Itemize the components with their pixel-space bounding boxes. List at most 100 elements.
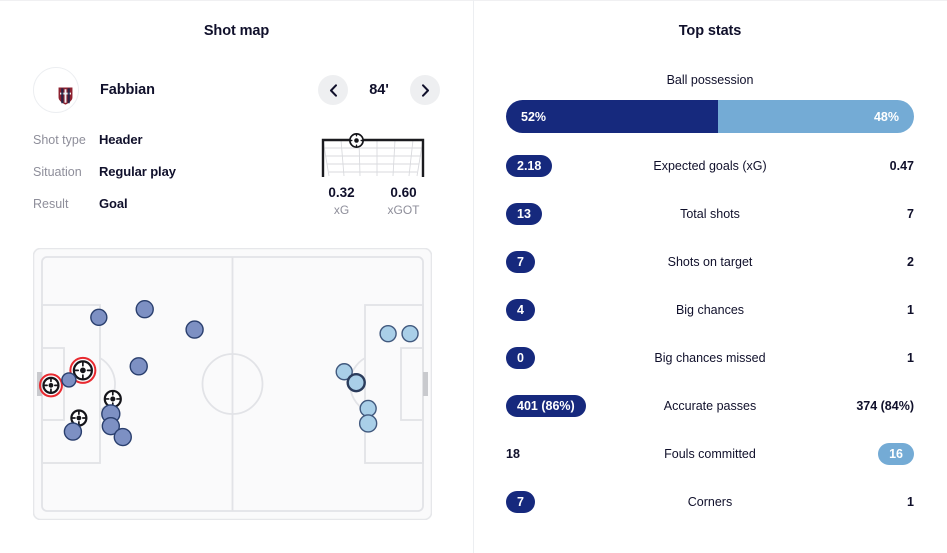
shot-marker[interactable]	[61, 372, 77, 388]
stat-left-value: 2.18	[506, 154, 553, 178]
shot-marker[interactable]	[359, 399, 377, 418]
shot-dot	[63, 422, 83, 441]
shot-detail-list: Shot type Header Situation Regular play …	[33, 132, 263, 228]
stat-left-value: 0	[506, 346, 535, 370]
stat-row: 7 Shots on target 2	[506, 238, 914, 286]
shot-dot	[185, 320, 204, 339]
shot-marker[interactable]	[346, 372, 366, 393]
stat-label: Big chances missed	[654, 351, 766, 365]
stat-left-value: 13	[506, 202, 542, 226]
stat-row: 2.18 Expected goals (xG) 0.47	[506, 142, 914, 190]
shot-dot	[359, 399, 377, 418]
stat-left-cell: 18	[506, 447, 602, 461]
goal-frame-icon	[321, 138, 424, 177]
stat-left-cell: 0	[506, 346, 602, 370]
previous-shot-button[interactable]	[318, 75, 348, 105]
stat-left-cell: 7	[506, 490, 602, 514]
xg-value: 0.32	[328, 185, 355, 200]
stat-right-cell: 1	[818, 495, 914, 509]
stat-left-value: 18	[506, 447, 520, 461]
shot-marker-goal[interactable]	[38, 373, 63, 398]
shot-marker[interactable]	[113, 427, 132, 447]
shot-navigation: 84'	[318, 75, 440, 105]
shot-dot	[346, 372, 366, 393]
stat-right-value: 0.47	[889, 159, 914, 173]
shot-details-section: Shot type Header Situation Regular play …	[0, 132, 473, 228]
football-icon	[348, 133, 364, 148]
shot-marker[interactable]	[135, 300, 154, 319]
possession-home-value: 52%	[521, 109, 547, 124]
goal-mouth-section: 0.32 xG 0.60 xGOT	[305, 132, 440, 228]
stat-right-cell: 2	[818, 255, 914, 269]
stat-row: 401 (86%) Accurate passes 374 (84%)	[506, 382, 914, 430]
shot-marker[interactable]	[379, 324, 397, 343]
stat-right-value: 7	[907, 207, 914, 221]
xg-caption: xG	[333, 203, 350, 217]
stat-label: Big chances	[675, 303, 745, 317]
shot-dot	[61, 372, 77, 388]
stat-right-value: 374 (84%)	[856, 399, 914, 413]
stat-row: 4 Big chances 1	[506, 286, 914, 334]
shot-dot	[129, 357, 148, 376]
chevron-left-icon	[329, 83, 337, 97]
detail-row-result: Result Goal	[33, 196, 263, 228]
shot-marker[interactable]	[90, 308, 108, 327]
detail-value: Header	[99, 132, 143, 147]
stat-row: 0 Big chances missed 1	[506, 334, 914, 382]
stat-right-cell: 1	[818, 303, 914, 317]
shot-dot	[379, 324, 397, 343]
stat-label: Accurate passes	[663, 399, 757, 413]
shot-minute: 84'	[369, 82, 389, 98]
possession-bar: 52% 48%	[506, 100, 914, 133]
shot-marker[interactable]	[185, 320, 204, 339]
stat-label: Shots on target	[667, 255, 753, 269]
stat-label: Total shots	[680, 207, 740, 221]
shot-marker[interactable]	[401, 324, 419, 343]
detail-label: Situation	[33, 165, 82, 179]
stat-right-cell: 374 (84%)	[818, 399, 914, 413]
stat-label: Corners	[687, 495, 733, 509]
top-stats-panel: Top stats Ball possession 52% 48% 2.18 Ex…	[473, 0, 947, 553]
stat-left-value: 7	[506, 250, 535, 274]
possession-away-segment: 48%	[717, 100, 914, 133]
goal-mouth-diagram	[319, 133, 427, 178]
chevron-right-icon	[421, 83, 429, 97]
pitch-svg	[32, 247, 433, 521]
avatar[interactable]	[33, 67, 79, 113]
stat-row: 13 Total shots 7	[506, 190, 914, 238]
stat-right-value: 1	[907, 303, 914, 317]
detail-label: Shot type	[33, 133, 86, 147]
stat-left-cell: 401 (86%)	[506, 394, 602, 418]
stat-left-cell: 13	[506, 202, 602, 226]
stat-row: 7 Corners 1	[506, 478, 914, 526]
stat-right-cell: 7	[818, 207, 914, 221]
shot-dot	[113, 427, 132, 447]
stat-right-cell: 1	[818, 351, 914, 365]
possession-label: Ball possession	[666, 73, 754, 87]
possession-home-segment: 52%	[506, 100, 718, 133]
shot-marker[interactable]	[358, 414, 378, 433]
shot-marker[interactable]	[129, 357, 148, 376]
stat-left-cell: 2.18	[506, 154, 602, 178]
stat-right-cell: 0.47	[818, 159, 914, 173]
detail-value: Goal	[99, 196, 128, 211]
top-stats-title: Top stats	[678, 23, 742, 39]
stat-rows-container: 2.18 Expected goals (xG) 0.47 13 Total shots…	[506, 142, 914, 526]
shot-marker[interactable]	[63, 422, 83, 441]
shot-dot	[90, 308, 108, 327]
next-shot-button[interactable]	[410, 75, 440, 105]
shot-header-row: Fabbian 84'	[0, 66, 473, 114]
shot-dot	[135, 300, 154, 319]
stat-left-cell: 7	[506, 250, 602, 274]
stats-list: Ball possession 52% 48% 2.18 Expected goa…	[473, 73, 947, 526]
club-crest-badge-icon	[57, 86, 74, 106]
stat-right-cell: 16	[818, 442, 914, 466]
pitch-section	[0, 247, 473, 521]
detail-row-situation: Situation Regular play	[33, 164, 263, 196]
stat-label: Fouls committed	[664, 447, 756, 461]
stat-right-value: 2	[907, 255, 914, 269]
pitch-shot-map[interactable]	[32, 247, 433, 521]
shot-map-title: Shot map	[203, 23, 270, 39]
match-stats-screen: Shot map Fabbian 84' Shot type Header Si…	[0, 0, 947, 553]
stat-label: Expected goals (xG)	[653, 159, 767, 173]
